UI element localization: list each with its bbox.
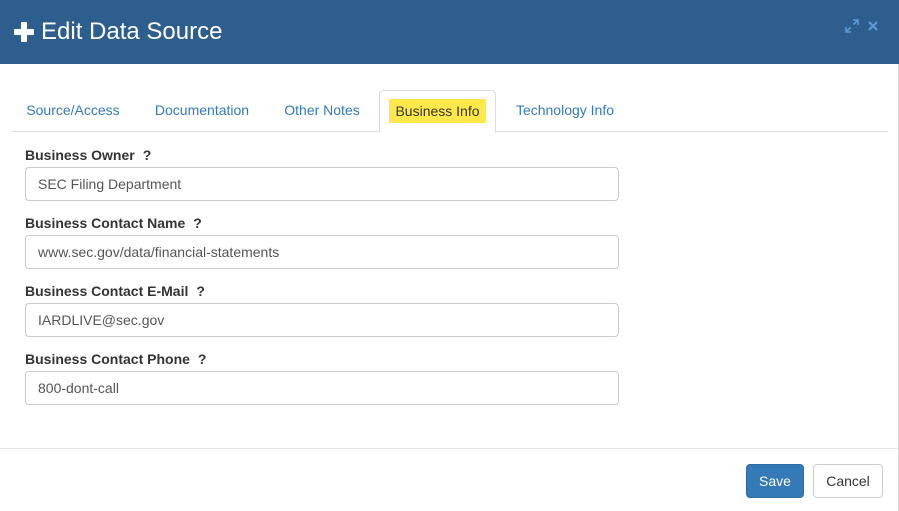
field-label-text: Business Owner bbox=[25, 147, 135, 163]
business-contact-phone-input[interactable] bbox=[25, 371, 619, 405]
tab-business-info[interactable]: Business Info bbox=[379, 90, 496, 133]
tab-label: Business Info bbox=[389, 99, 486, 123]
field-label: Business Contact Name? bbox=[25, 208, 202, 238]
help-icon[interactable]: ? bbox=[198, 351, 207, 367]
field-label-text: Business Contact Phone bbox=[25, 351, 190, 367]
tab-label: Technology Info bbox=[515, 102, 615, 118]
tab-label: Other Notes bbox=[284, 102, 360, 118]
save-button[interactable]: Save bbox=[746, 464, 804, 498]
tab-other-notes[interactable]: Other Notes bbox=[272, 90, 372, 132]
expand-icon[interactable] bbox=[845, 19, 859, 33]
close-icon[interactable] bbox=[866, 19, 880, 33]
tab-label: Documentation bbox=[154, 102, 250, 118]
tab-documentation[interactable]: Documentation bbox=[139, 90, 265, 132]
field-label: Business Owner? bbox=[25, 140, 151, 170]
footer-divider bbox=[0, 448, 899, 449]
business-contact-email-input[interactable] bbox=[25, 303, 619, 337]
field-label-text: Business Contact E-Mail bbox=[25, 283, 189, 299]
dialog-header: Edit Data Source bbox=[0, 0, 899, 64]
cancel-button[interactable]: Cancel bbox=[813, 464, 883, 498]
business-owner-input[interactable] bbox=[25, 167, 619, 201]
tab-label: Source/Access bbox=[26, 102, 120, 118]
help-icon[interactable]: ? bbox=[143, 147, 152, 163]
tab-bar: Source/Access Documentation Other Notes … bbox=[11, 90, 888, 133]
help-icon[interactable]: ? bbox=[196, 283, 205, 299]
help-icon[interactable]: ? bbox=[193, 215, 202, 231]
edit-data-source-dialog: Edit Data Source Source/Access Documenta… bbox=[0, 0, 899, 511]
tab-source-access[interactable]: Source/Access bbox=[11, 90, 135, 132]
field-label-text: Business Contact Name bbox=[25, 215, 186, 231]
dialog-title: Edit Data Source bbox=[41, 18, 223, 45]
tab-technology-info[interactable]: Technology Info bbox=[503, 90, 627, 132]
plus-icon bbox=[14, 22, 34, 42]
field-label: Business Contact Phone? bbox=[25, 344, 206, 374]
field-label: Business Contact E-Mail? bbox=[25, 276, 205, 306]
business-contact-name-input[interactable] bbox=[25, 235, 619, 269]
